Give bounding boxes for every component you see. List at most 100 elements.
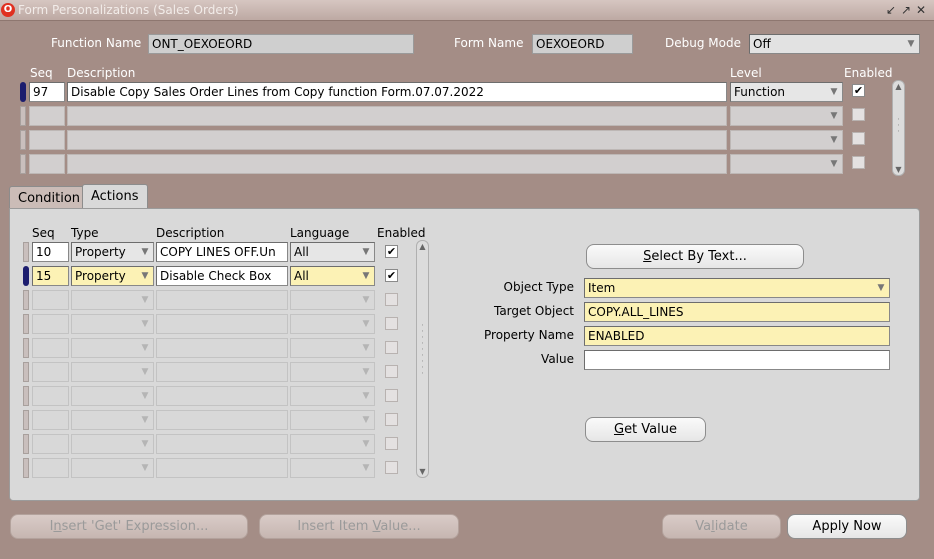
dropdown-arrow-icon[interactable]: ▼ [359,244,373,260]
action-type-select[interactable]: ▼ [71,458,154,478]
action-enabled-checkbox[interactable] [385,413,398,426]
dropdown-arrow-icon[interactable]: ▼ [359,316,373,332]
dropdown-arrow-icon[interactable]: ▼ [904,36,918,52]
action-description-field[interactable] [156,386,288,406]
dropdown-arrow-icon[interactable]: ▼ [827,156,841,172]
scroll-grip-icon[interactable]: · · · [893,116,904,137]
action-description-field[interactable] [156,410,288,430]
rule-enabled-checkbox[interactable] [852,156,865,169]
dropdown-arrow-icon[interactable]: ▼ [359,268,373,284]
dropdown-arrow-icon[interactable]: ▼ [138,316,152,332]
action-description-field[interactable] [156,458,288,478]
action-type-select[interactable]: ▼ [71,386,154,406]
action-enabled-checkbox[interactable] [385,341,398,354]
dropdown-arrow-icon[interactable]: ▼ [138,244,152,260]
validate-button[interactable]: Validate [662,514,781,539]
rule-level-select[interactable]: ▼ [730,154,843,174]
action-description-field[interactable] [156,338,288,358]
row-marker-active[interactable] [20,82,26,102]
action-enabled-checkbox[interactable] [385,389,398,402]
form-name-field[interactable]: OEXOEORD [532,34,633,54]
row-marker[interactable] [20,130,26,150]
row-marker[interactable] [20,154,26,174]
close-icon[interactable]: ✕ [914,2,928,18]
dropdown-arrow-icon[interactable]: ▼ [138,412,152,428]
action-language-select[interactable]: ▼ [290,338,375,358]
action-description-field[interactable] [156,314,288,334]
rule-level-select[interactable]: ▼ [730,106,843,126]
action-language-select[interactable]: All ▼ [290,266,375,286]
action-enabled-checkbox[interactable]: ✔ [385,269,398,282]
rule-level-select[interactable]: ▼ [730,130,843,150]
action-seq-field[interactable]: 10 [32,242,69,262]
action-seq-field[interactable] [32,434,69,454]
target-object-field[interactable]: COPY.ALL_LINES [584,302,890,322]
action-enabled-checkbox[interactable] [385,461,398,474]
dropdown-arrow-icon[interactable]: ▼ [359,460,373,476]
dropdown-arrow-icon[interactable]: ▼ [359,364,373,380]
action-language-select[interactable]: ▼ [290,458,375,478]
rule-description-field[interactable] [67,130,727,150]
rule-seq-field[interactable] [29,130,65,150]
row-marker[interactable] [23,410,29,430]
rule-description-field[interactable] [67,106,727,126]
action-seq-field[interactable] [32,410,69,430]
rule-seq-field[interactable]: 97 [29,82,65,102]
insert-get-expression-button[interactable]: Insert 'Get' Expression... [10,514,248,539]
action-type-select[interactable]: ▼ [71,290,154,310]
action-language-select[interactable]: ▼ [290,386,375,406]
action-language-select[interactable]: ▼ [290,362,375,382]
dropdown-arrow-icon[interactable]: ▼ [138,364,152,380]
rule-description-field[interactable]: Disable Copy Sales Order Lines from Copy… [67,82,727,102]
rules-scrollbar[interactable]: ▲ · · · ▼ [892,80,905,176]
action-language-select[interactable]: ▼ [290,434,375,454]
action-type-select[interactable]: ▼ [71,314,154,334]
action-enabled-checkbox[interactable] [385,293,398,306]
dropdown-arrow-icon[interactable]: ▼ [827,132,841,148]
rule-level-select[interactable]: Function ▼ [730,82,843,102]
value-field[interactable] [584,350,890,370]
action-enabled-checkbox[interactable] [385,437,398,450]
select-by-text-button[interactable]: Select By Text... [586,244,804,269]
action-language-select[interactable]: ▼ [290,314,375,334]
function-name-field[interactable]: ONT_OEXOEORD [148,34,414,54]
action-type-select[interactable]: ▼ [71,362,154,382]
rule-seq-field[interactable] [29,106,65,126]
action-seq-field[interactable] [32,290,69,310]
row-marker-active[interactable] [23,266,29,286]
action-language-select[interactable]: All ▼ [290,242,375,262]
action-enabled-checkbox[interactable]: ✔ [385,245,398,258]
action-type-select[interactable]: ▼ [71,338,154,358]
rule-seq-field[interactable] [29,154,65,174]
dropdown-arrow-icon[interactable]: ▼ [874,280,888,296]
action-description-field[interactable] [156,362,288,382]
row-marker[interactable] [23,242,29,262]
action-enabled-checkbox[interactable] [385,365,398,378]
action-seq-field[interactable] [32,338,69,358]
dropdown-arrow-icon[interactable]: ▼ [138,340,152,356]
dropdown-arrow-icon[interactable]: ▼ [138,460,152,476]
row-marker[interactable] [23,290,29,310]
dropdown-arrow-icon[interactable]: ▼ [359,388,373,404]
insert-item-value-button[interactable]: Insert Item Value... [259,514,459,539]
row-marker[interactable] [23,338,29,358]
get-value-button[interactable]: Get Value [585,417,706,442]
action-seq-field[interactable] [32,386,69,406]
row-marker[interactable] [23,362,29,382]
dropdown-arrow-icon[interactable]: ▼ [138,292,152,308]
debug-mode-select[interactable]: Off ▼ [749,34,920,54]
row-marker[interactable] [23,458,29,478]
scroll-up-icon[interactable]: ▲ [417,242,428,251]
dropdown-arrow-icon[interactable]: ▼ [359,436,373,452]
action-description-field[interactable]: COPY LINES OFF.Un [156,242,288,262]
scroll-grip-icon[interactable]: · · · · · · · · · [417,322,428,379]
scroll-down-icon[interactable]: ▼ [893,165,904,174]
rule-enabled-checkbox[interactable]: ✔ [852,84,865,97]
scroll-up-icon[interactable]: ▲ [893,82,904,91]
tab-condition[interactable]: Condition [9,186,90,210]
property-name-field[interactable]: ENABLED [584,326,890,346]
apply-now-button[interactable]: Apply Now [787,514,907,539]
maximize-icon[interactable]: ↗ [899,2,913,18]
scroll-down-icon[interactable]: ▼ [417,467,428,476]
action-description-field[interactable] [156,290,288,310]
